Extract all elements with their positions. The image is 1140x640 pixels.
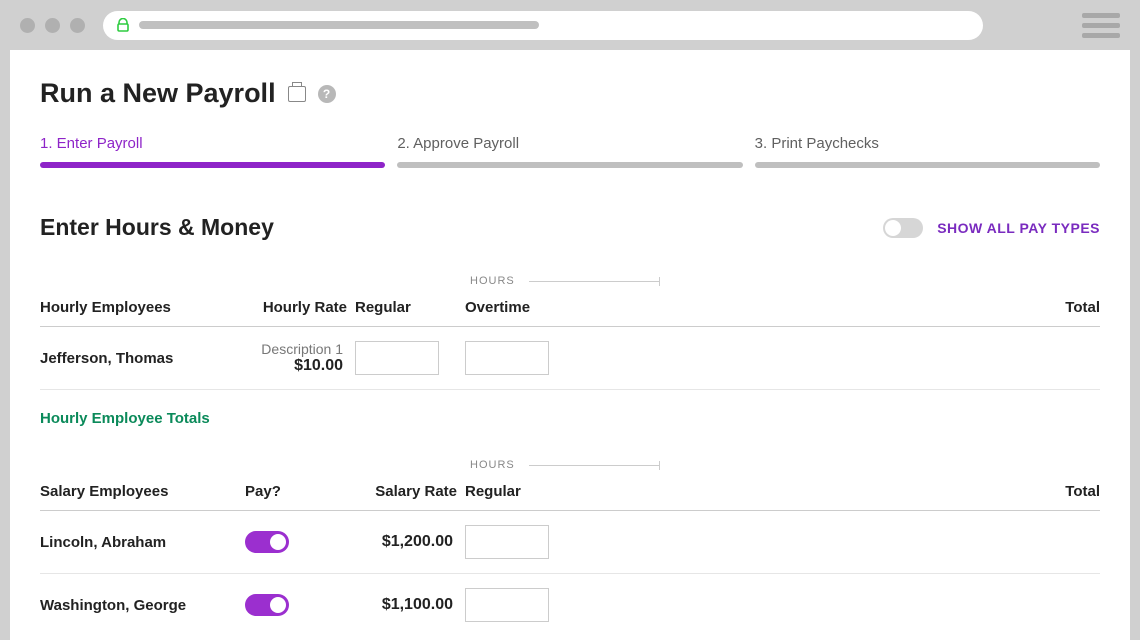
step-label: 2. Approve Payroll [397,135,742,152]
regular-hours-cell [355,341,465,375]
col-regular: Regular [465,483,575,500]
calendar-icon[interactable] [288,86,306,102]
minimize-window-icon[interactable] [45,18,60,33]
browser-chrome [0,0,1140,50]
content-frame: Run a New Payroll ? 1. Enter Payroll 2. … [10,50,1130,640]
window-traffic-lights [20,18,85,33]
overtime-hours-cell [465,341,575,375]
col-overtime: Overtime [465,299,575,316]
show-all-pay-types-label: SHOW ALL PAY TYPES [937,220,1100,236]
rate-value: $1,200.00 [382,533,453,550]
help-icon[interactable]: ? [318,85,336,103]
close-window-icon[interactable] [20,18,35,33]
hamburger-menu-icon[interactable] [1082,13,1120,38]
employee-name: Lincoln, Abraham [40,534,245,551]
regular-hours-input[interactable] [465,525,549,559]
regular-hours-input[interactable] [465,588,549,622]
col-salary-employees: Salary Employees [40,483,245,500]
pay-toggle[interactable] [245,594,289,616]
page-title-row: Run a New Payroll ? [40,78,1100,109]
col-salary-rate: Salary Rate [355,483,465,500]
step-enter-payroll[interactable]: 1. Enter Payroll [40,135,385,168]
stepper: 1. Enter Payroll 2. Approve Payroll 3. P… [40,135,1100,168]
url-placeholder [139,21,539,29]
regular-hours-input[interactable] [355,341,439,375]
rate-value: $1,100.00 [382,596,453,613]
step-label: 3. Print Paychecks [755,135,1100,152]
section-title: Enter Hours & Money [40,214,883,241]
salary-row: Washington, George $1,100.00 [40,574,1100,636]
regular-hours-cell [465,525,575,559]
hours-divider-icon [529,465,659,466]
salary-table-head: Salary Employees Pay? Salary Rate Regula… [40,483,1100,511]
step-label: 1. Enter Payroll [40,135,385,152]
hourly-table-head: Hourly Employees Hourly Rate Regular Ove… [40,299,1100,327]
lock-icon [117,18,129,32]
col-regular: Regular [355,299,465,316]
page-title: Run a New Payroll [40,78,276,109]
employee-name: Washington, George [40,597,245,614]
step-progress-bar [397,162,742,168]
show-all-pay-types-control: SHOW ALL PAY TYPES [883,218,1100,238]
pay-cell [245,531,355,553]
hours-label: HOURS [470,459,515,471]
rate-cell: $1,100.00 [355,596,465,614]
step-approve-payroll[interactable]: 2. Approve Payroll [397,135,742,168]
hours-group-label: HOURS [470,459,1100,471]
overtime-hours-input[interactable] [465,341,549,375]
col-pay: Pay? [245,483,355,500]
address-bar[interactable] [103,11,983,40]
show-all-pay-types-toggle[interactable] [883,218,923,238]
hourly-totals-link[interactable]: Hourly Employee Totals [40,390,1100,459]
col-hourly-rate: Hourly Rate [245,299,355,316]
rate-cell: $1,200.00 [355,533,465,551]
col-total: Total [1020,299,1100,316]
maximize-window-icon[interactable] [70,18,85,33]
rate-value: $10.00 [294,357,343,374]
regular-hours-cell [465,588,575,622]
salary-row: Lincoln, Abraham $1,200.00 [40,511,1100,574]
col-hourly-employees: Hourly Employees [40,299,245,316]
pay-cell [245,594,355,616]
col-total: Total [1020,483,1100,500]
pay-toggle[interactable] [245,531,289,553]
step-progress-bar [40,162,385,168]
hourly-row: Jefferson, Thomas Description 1 $10.00 [40,327,1100,390]
section-header: Enter Hours & Money SHOW ALL PAY TYPES [40,214,1100,241]
hours-group-label: HOURS [470,275,1100,287]
step-progress-bar [755,162,1100,168]
hours-divider-icon [529,281,659,282]
rate-description: Description 1 [245,341,343,357]
employee-name: Jefferson, Thomas [40,350,245,367]
rate-cell: Description 1 $10.00 [245,341,355,375]
hours-label: HOURS [470,275,515,287]
step-print-paychecks[interactable]: 3. Print Paychecks [755,135,1100,168]
